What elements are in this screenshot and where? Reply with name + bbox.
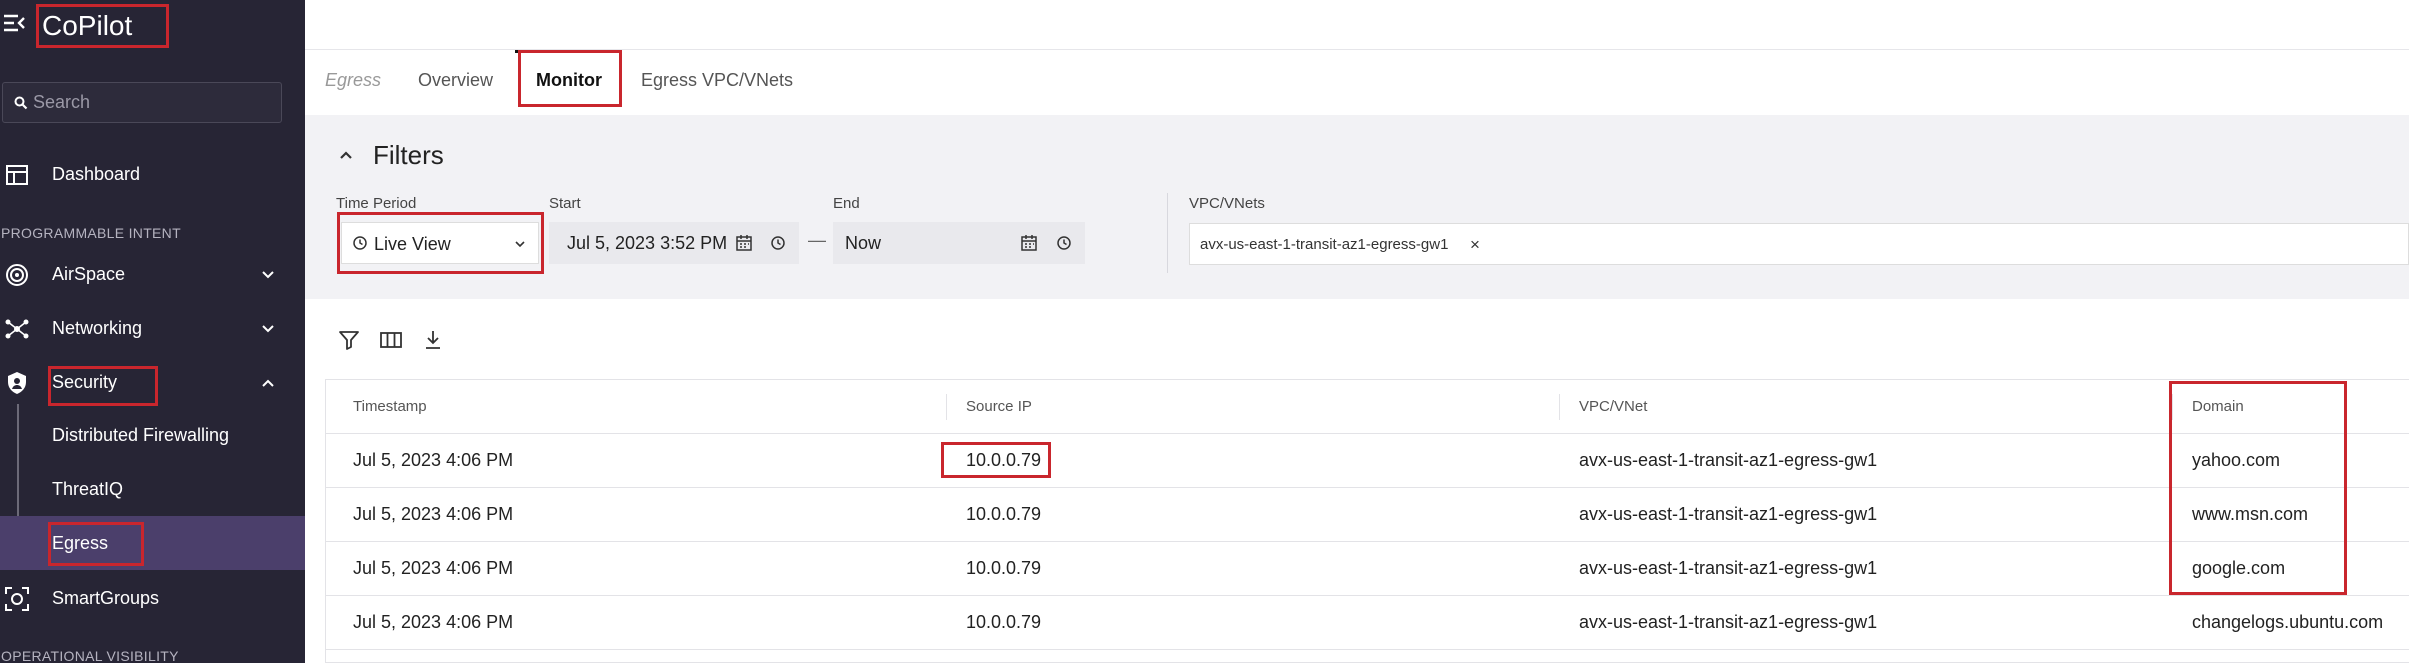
app-title: CoPilot (36, 4, 169, 48)
chevron-down-icon (262, 325, 274, 333)
cell-timestamp: Jul 5, 2023 4:06 PM (353, 558, 514, 578)
columns-icon[interactable] (377, 326, 405, 354)
cell-vpc-vnet: avx-us-east-1-transit-az1-egress-gw1 (1579, 612, 1878, 632)
nav-distributed-firewalling-label: Distributed Firewalling (52, 425, 230, 445)
filter-icon[interactable] (335, 326, 363, 354)
dashboard-icon (6, 165, 28, 185)
start-date-value: Jul 5, 2023 3:52 PM (567, 233, 728, 253)
chevron-up-icon (262, 379, 274, 387)
tab-egress-vpc-vnets[interactable]: Egress VPC/VNets (641, 70, 793, 91)
clock-icon[interactable] (770, 235, 786, 251)
cell-source-ip: 10.0.0.79 (966, 612, 1042, 632)
table-row[interactable]: Jul 5, 2023 4:06 PM 10.0.0.79 avx-us-eas… (326, 488, 2409, 542)
nav-networking[interactable]: Networking (0, 303, 305, 353)
cell-vpc-vnet: avx-us-east-1-transit-az1-egress-gw1 (1579, 558, 1878, 578)
nav-distributed-firewalling[interactable]: Distributed Firewalling (0, 408, 305, 462)
nav-networking-label: Networking (52, 318, 143, 338)
calendar-icon[interactable] (1020, 234, 1038, 252)
nav-threatiq-label: ThreatIQ (52, 479, 124, 499)
highlight-source-ip (941, 442, 1051, 478)
highlight-monitor-tab (518, 50, 622, 107)
highlight-time-period (337, 212, 544, 274)
chevron-up-icon (340, 151, 352, 159)
column-separator (1559, 394, 1560, 420)
start-label: Start (549, 195, 581, 212)
chevron-down-icon (262, 271, 274, 279)
highlight-domain-column (2169, 381, 2347, 595)
end-date-field[interactable]: Now (833, 222, 1085, 264)
nav-egress[interactable]: Egress (0, 516, 305, 570)
tabs-bar: Egress Overview Monitor Egress VPC/VNets (305, 50, 2409, 115)
egress-logs-table: Timestamp Source IP VPC/VNet Domain Jul … (325, 379, 2409, 663)
search-box[interactable] (2, 82, 282, 123)
clock-icon[interactable] (1056, 235, 1072, 251)
main-content: Egress Overview Monitor Egress VPC/VNets… (305, 0, 2409, 663)
header-timestamp[interactable]: Timestamp (353, 398, 427, 415)
vpc-chip: avx-us-east-1-transit-az1-egress-gw1 (1200, 236, 1449, 253)
cell-domain: changelogs.ubuntu.com (2192, 612, 2384, 632)
table-row[interactable]: Jul 5, 2023 4:06 PM 10.0.0.79 avx-us-eas… (326, 596, 2409, 650)
vpc-vnets-label: VPC/VNets (1189, 195, 1265, 212)
vpc-chip-remove-icon[interactable]: × (1470, 232, 1480, 258)
top-header (305, 0, 2409, 50)
header-vpc-vnet[interactable]: VPC/VNet (1579, 398, 1647, 415)
header-source-ip[interactable]: Source IP (966, 398, 1032, 415)
search-input[interactable] (33, 83, 273, 122)
highlight-security (48, 366, 158, 406)
cell-timestamp: Jul 5, 2023 4:06 PM (353, 612, 514, 632)
nav-airspace-label: AirSpace (52, 264, 126, 284)
nav-airspace[interactable]: AirSpace (0, 249, 305, 299)
filters-panel: Filters Time Period Live View Start Jul … (305, 115, 2409, 299)
cell-timestamp: Jul 5, 2023 4:06 PM (353, 450, 514, 470)
cell-source-ip: 10.0.0.79 (966, 504, 1042, 524)
time-period-label: Time Period (336, 195, 417, 212)
search-icon (14, 96, 28, 110)
cell-timestamp: Jul 5, 2023 4:06 PM (353, 504, 514, 524)
end-label: End (833, 195, 860, 212)
nav-smartgroups[interactable]: SmartGroups (0, 573, 305, 623)
calendar-icon[interactable] (735, 234, 753, 252)
highlight-egress (48, 522, 144, 566)
cell-vpc-vnet: avx-us-east-1-transit-az1-egress-gw1 (1579, 504, 1878, 524)
nav-dashboard[interactable]: Dashboard (0, 149, 305, 199)
cell-vpc-vnet: avx-us-east-1-transit-az1-egress-gw1 (1579, 450, 1878, 470)
end-date-value: Now (845, 233, 882, 253)
cell-source-ip: 10.0.0.79 (966, 558, 1042, 578)
filters-divider (1167, 193, 1168, 273)
networking-icon (5, 319, 29, 339)
date-range-separator: — (808, 230, 826, 250)
table-header-row: Timestamp Source IP VPC/VNet Domain (326, 380, 2409, 434)
table-row[interactable]: Jul 5, 2023 4:06 PM 10.0.0.79 avx-us-eas… (326, 434, 2409, 488)
section-operational-visibility: OPERATIONAL VISIBILITY (1, 648, 179, 663)
section-programmable-intent: PROGRAMMABLE INTENT (1, 225, 181, 241)
sidebar: CoPilot Dashboard PROGRAMMABLE INTENT Ai… (0, 0, 305, 663)
smartgroups-icon (5, 587, 29, 611)
nav-dashboard-label: Dashboard (52, 164, 141, 184)
tab-overview[interactable]: Overview (418, 70, 493, 91)
nav-smartgroups-label: SmartGroups (52, 588, 160, 608)
menu-collapse-icon[interactable] (2, 12, 28, 34)
airspace-icon (6, 264, 28, 286)
vpc-vnets-multiselect[interactable]: avx-us-east-1-transit-az1-egress-gw1 × (1189, 223, 2409, 265)
column-separator (946, 394, 947, 420)
security-shield-icon (8, 372, 26, 394)
nav-threatiq[interactable]: ThreatIQ (0, 462, 305, 516)
breadcrumb-egress[interactable]: Egress (325, 70, 381, 91)
table-row[interactable]: Jul 5, 2023 4:06 PM 10.0.0.79 avx-us-eas… (326, 542, 2409, 596)
download-icon[interactable] (419, 326, 447, 354)
start-date-field[interactable]: Jul 5, 2023 3:52 PM (549, 222, 799, 264)
filters-title: Filters (373, 140, 444, 170)
